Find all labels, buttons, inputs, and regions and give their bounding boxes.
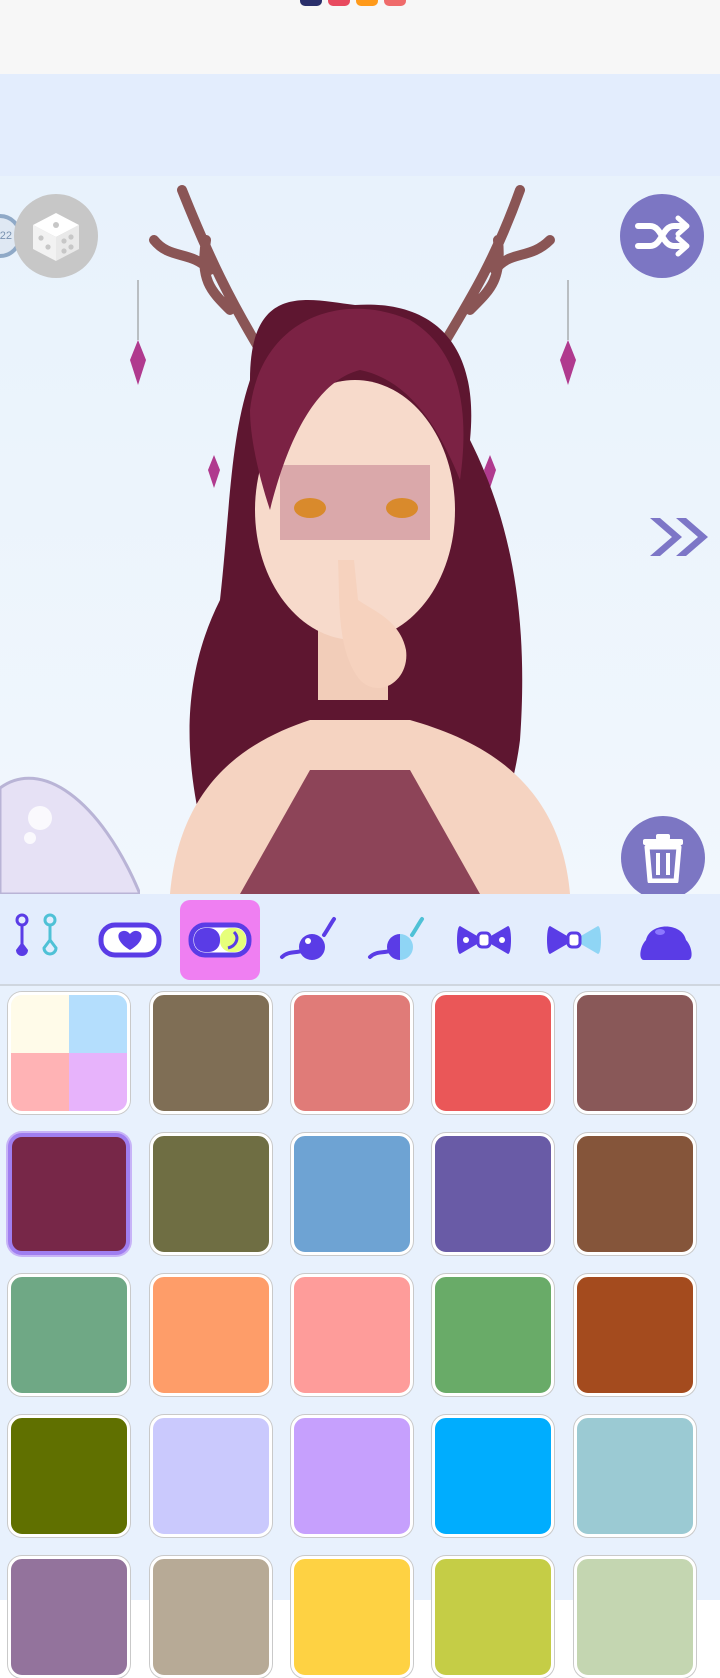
half-mask-icon — [188, 922, 252, 958]
color-swatch-grid — [0, 986, 720, 1678]
horn-icon — [280, 917, 336, 960]
color-swatch-selected[interactable] — [8, 1133, 130, 1255]
color-swatch[interactable] — [150, 1133, 272, 1255]
tab-heart-mask[interactable] — [90, 900, 170, 980]
color-swatch[interactable] — [150, 992, 272, 1114]
tab-half-mask[interactable] — [180, 900, 260, 980]
character-canvas: 22 — [0, 176, 720, 894]
earring-icon — [15, 913, 58, 956]
heart-mask-icon — [98, 922, 162, 958]
status-icon — [384, 0, 406, 6]
color-swatch[interactable] — [432, 1274, 554, 1396]
trash-icon — [643, 834, 683, 883]
tab-slime[interactable] — [626, 900, 706, 980]
status-bar — [0, 0, 720, 74]
ad-banner — [0, 74, 720, 176]
color-swatch[interactable] — [150, 1415, 272, 1537]
category-tab-bar — [0, 894, 720, 986]
dice-icon — [33, 213, 79, 261]
color-swatch[interactable] — [574, 1274, 696, 1396]
random-button[interactable] — [14, 194, 98, 278]
status-icon — [356, 0, 378, 6]
color-swatch[interactable] — [291, 1133, 413, 1255]
color-swatch-quadrant — [69, 995, 127, 1053]
delete-button[interactable] — [621, 816, 705, 894]
level-badge-text: 22 — [0, 230, 12, 242]
bow-icon — [457, 926, 511, 954]
color-swatch[interactable] — [574, 992, 696, 1114]
status-icons — [300, 0, 406, 6]
tab-bow[interactable] — [444, 900, 524, 980]
color-swatch[interactable] — [574, 1415, 696, 1537]
color-swatch-quadrant — [11, 995, 69, 1053]
color-swatch[interactable] — [150, 1556, 272, 1678]
double-chevron-right-icon[interactable] — [648, 514, 712, 560]
shuffle-button[interactable] — [620, 194, 704, 278]
tab-bow-color[interactable] — [534, 900, 614, 980]
color-swatch-quadrant — [11, 1053, 69, 1111]
color-swatch[interactable] — [574, 1556, 696, 1678]
color-swatch[interactable] — [150, 1274, 272, 1396]
color-swatch[interactable] — [291, 1274, 413, 1396]
wing-accessory-illustration — [0, 776, 140, 894]
color-swatch[interactable] — [8, 1415, 130, 1537]
color-swatch[interactable] — [291, 992, 413, 1114]
shuffle-icon — [635, 215, 690, 257]
character-illustration — [130, 185, 576, 894]
color-swatch[interactable] — [432, 1556, 554, 1678]
color-swatch[interactable] — [432, 1415, 554, 1537]
color-swatch[interactable] — [574, 1133, 696, 1255]
tab-earring[interactable] — [0, 900, 78, 980]
color-swatch[interactable] — [291, 1415, 413, 1537]
status-icon — [328, 0, 350, 6]
tab-horn-color[interactable] — [356, 900, 436, 980]
color-swatch[interactable] — [432, 1133, 554, 1255]
color-swatch[interactable] — [8, 1274, 130, 1396]
status-icon — [300, 0, 322, 6]
color-swatch-quadrant — [69, 1053, 127, 1111]
tab-horn[interactable] — [268, 900, 348, 980]
horn-color-icon — [368, 917, 424, 960]
color-swatch[interactable] — [432, 992, 554, 1114]
color-swatch[interactable] — [8, 992, 130, 1114]
slime-icon — [640, 926, 692, 960]
color-swatch[interactable] — [8, 1556, 130, 1678]
color-swatch[interactable] — [291, 1556, 413, 1678]
bow-color-icon — [547, 926, 601, 954]
